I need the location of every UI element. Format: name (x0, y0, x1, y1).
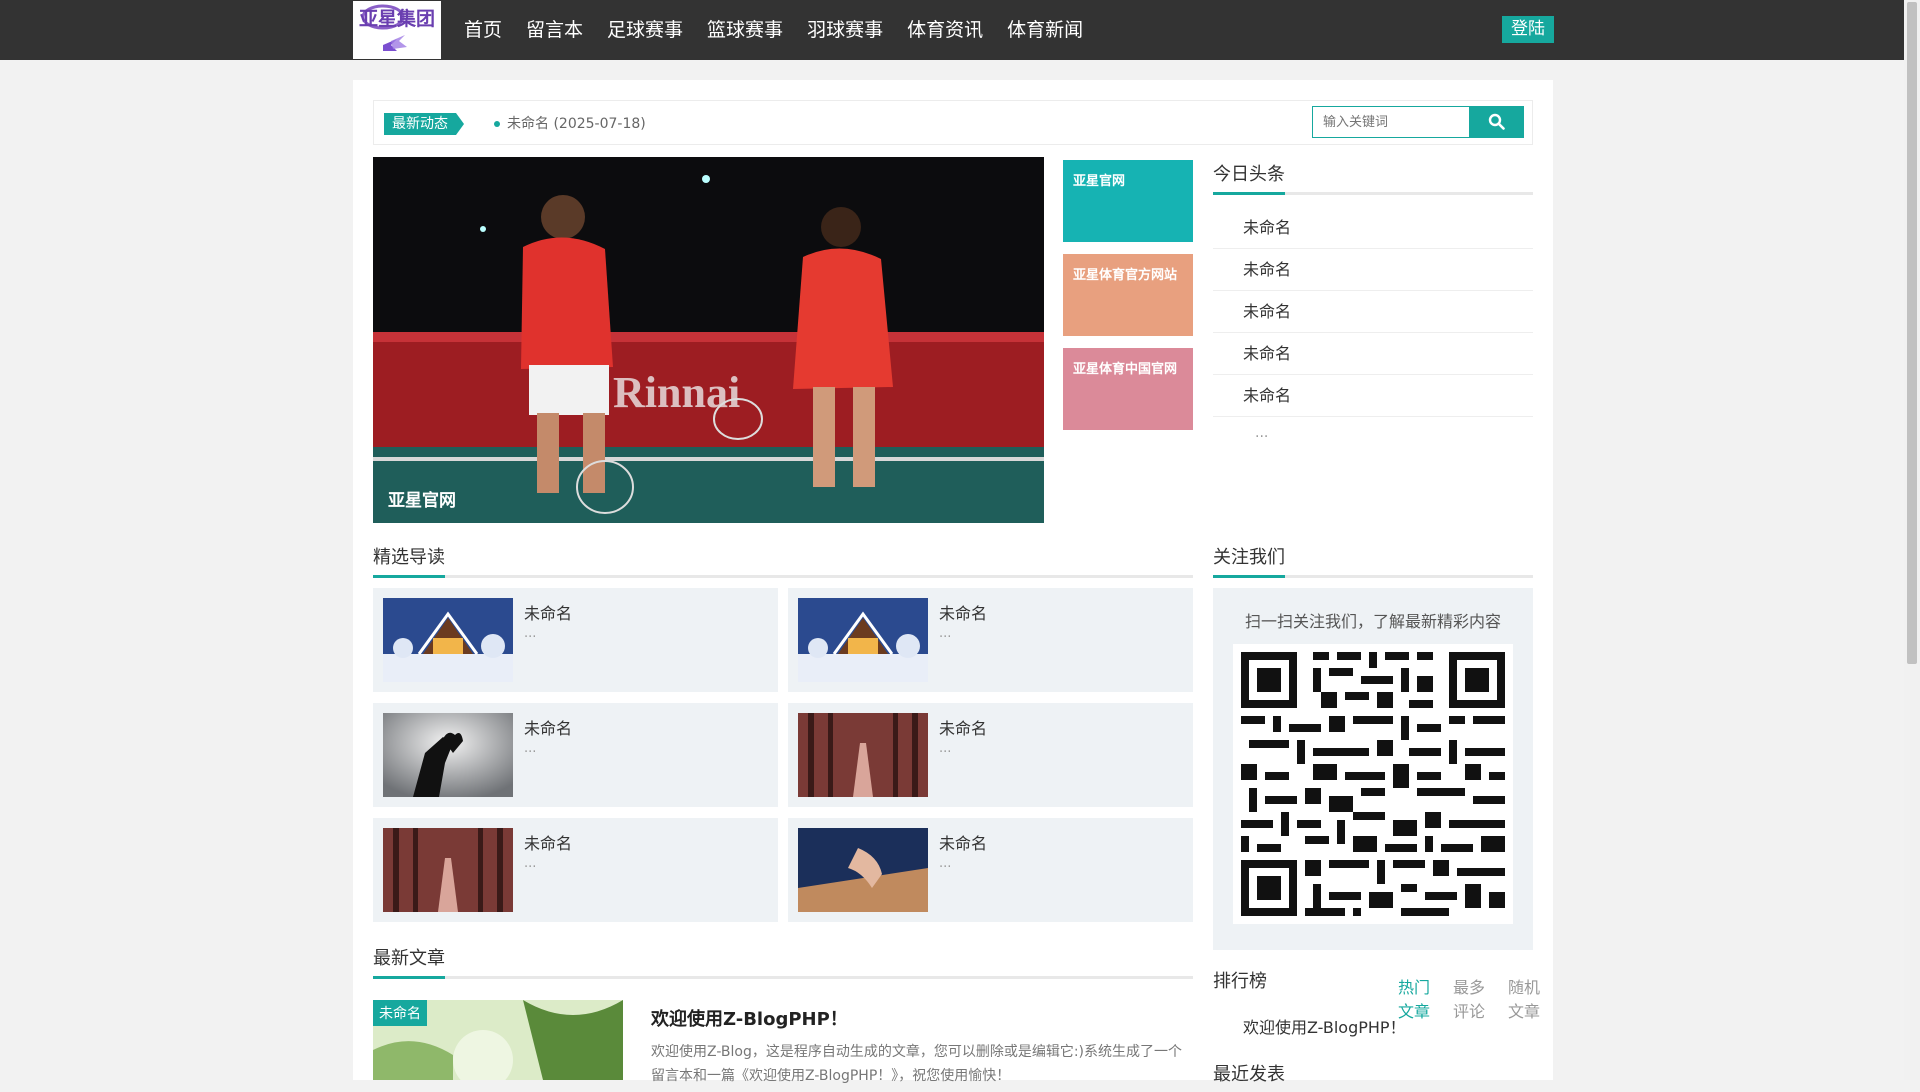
thumbnail-image (383, 598, 513, 682)
tile-sports-official[interactable]: 亚星体育官方网站 (1063, 254, 1193, 336)
ticker-label: 最新动态 (384, 113, 464, 135)
tile-sports-china[interactable]: 亚星体育中国官网 (1063, 348, 1193, 430)
news-ticker: 最新动态 未命名 (2025-07-18) (373, 100, 1533, 145)
banner-caption[interactable]: 亚星官网 (388, 486, 456, 511)
card-title[interactable]: 未命名 (524, 715, 572, 739)
headline-item[interactable]: 未命名 (1213, 333, 1533, 375)
card-excerpt: ... (939, 741, 952, 756)
nav-basketball[interactable]: 篮球赛事 (695, 0, 795, 60)
featured-card[interactable]: 未命名 ... (788, 588, 1193, 692)
scrollbar-thumb[interactable] (1907, 2, 1917, 664)
main-content: 最新动态 未命名 (2025-07-18) Rinnai (353, 80, 1553, 1085)
thumbnail-image (383, 828, 513, 912)
category-badge[interactable]: 未命名 (373, 1000, 427, 1026)
follow-title: 关注我们 (1213, 543, 1285, 578)
headlines-title: 今日头条 (1213, 160, 1285, 195)
card-title[interactable]: 未命名 (939, 830, 987, 854)
card-excerpt: ... (524, 741, 537, 756)
headline-item[interactable]: 未命名 (1213, 291, 1533, 333)
card-excerpt: ... (939, 856, 952, 871)
headline-item[interactable]: 未命名 (1213, 249, 1533, 291)
latest-article-image[interactable]: 未命名 (373, 1000, 623, 1080)
site-logo[interactable]: 亚星集团 (353, 1, 441, 59)
latest-heading: 最新文章 (373, 944, 1193, 979)
logo-wordmark: 亚星集团 (359, 7, 435, 30)
thumbnail-image (798, 828, 928, 912)
latest-article-excerpt: 欢迎使用Z-Blog，这是程序自动生成的文章，您可以删除或是编辑它:)系统生成了… (651, 1044, 1183, 1084)
tile-official-site[interactable]: 亚星官网 (1063, 160, 1193, 242)
headline-item[interactable]: 未命名 (1213, 375, 1533, 417)
card-title[interactable]: 未命名 (524, 830, 572, 854)
hero-banner[interactable]: Rinnai 亚星官网 (373, 157, 1044, 523)
thumbnail-image (798, 713, 928, 797)
nav-sports-info[interactable]: 体育资讯 (895, 0, 995, 60)
featured-card[interactable]: 未命名 ... (788, 818, 1193, 922)
card-title[interactable]: 未命名 (939, 600, 987, 624)
follow-text: 扫一扫关注我们，了解最新精彩内容 (1244, 612, 1501, 631)
featured-card[interactable]: 未命名 ... (373, 818, 778, 922)
headlines-list: 未命名 未命名 未命名 未命名 未命名 ... (1213, 207, 1533, 441)
latest-title: 最新文章 (373, 944, 445, 979)
headlines-more: ... (1255, 425, 1269, 441)
follow-heading: 关注我们 (1213, 543, 1533, 578)
featured-heading: 精选导读 (373, 543, 1193, 578)
recent-title: 最近发表 (1213, 1064, 1285, 1085)
recent-heading: 最近发表 (1213, 1060, 1533, 1091)
featured-card[interactable]: 未命名 ... (373, 588, 778, 692)
top-navigation-bar: 亚星集团 首页 留言本 足球赛事 篮球赛事 羽球赛事 体育资讯 体育新闻 登陆 (0, 0, 1904, 60)
nav-badminton[interactable]: 羽球赛事 (795, 0, 895, 60)
card-title[interactable]: 未命名 (524, 600, 572, 624)
ranking-tabs: 热门文章 最多评论 随机文章 (1398, 974, 1553, 1022)
headlines-heading: 今日头条 (1213, 160, 1533, 195)
login-button[interactable]: 登陆 (1502, 16, 1554, 43)
latest-article-title[interactable]: 欢迎使用Z-BlogPHP！ (651, 1005, 848, 1031)
badminton-players-image: Rinnai (373, 157, 1044, 523)
page-scrollbar[interactable] (1904, 0, 1920, 1080)
ticker-item[interactable]: 未命名 (2025-07-18) (507, 113, 646, 135)
ranking-title: 排行榜 (1213, 971, 1267, 992)
qr-code-image (1233, 644, 1513, 924)
search-icon (1488, 113, 1505, 130)
thumbnail-image (383, 713, 513, 797)
featured-card[interactable]: 未命名 ... (373, 703, 778, 807)
search-button[interactable] (1470, 106, 1524, 138)
card-excerpt: ... (524, 626, 537, 641)
headline-item[interactable]: 未命名 (1213, 207, 1533, 249)
bullet-icon (494, 121, 500, 127)
tab-random-articles[interactable]: 随机文章 (1508, 974, 1553, 1022)
card-excerpt: ... (524, 856, 537, 871)
svg-text:Rinnai: Rinnai (613, 368, 740, 417)
tab-most-comments[interactable]: 最多评论 (1453, 974, 1498, 1022)
nav-guestbook[interactable]: 留言本 (514, 0, 595, 60)
main-nav: 首页 留言本 足球赛事 篮球赛事 羽球赛事 体育资讯 体育新闻 (452, 0, 1095, 60)
card-title[interactable]: 未命名 (939, 715, 987, 739)
nav-football[interactable]: 足球赛事 (595, 0, 695, 60)
nav-sports-news[interactable]: 体育新闻 (995, 0, 1095, 60)
thumbnail-image (798, 598, 928, 682)
featured-card[interactable]: 未命名 ... (788, 703, 1193, 807)
nav-home[interactable]: 首页 (452, 0, 514, 60)
ranking-item[interactable]: 欢迎使用Z-BlogPHP！ (1243, 1014, 1406, 1038)
search-input[interactable] (1312, 106, 1470, 138)
card-excerpt: ... (939, 626, 952, 641)
follow-box: 扫一扫关注我们，了解最新精彩内容 (1213, 588, 1533, 950)
featured-title: 精选导读 (373, 543, 445, 578)
